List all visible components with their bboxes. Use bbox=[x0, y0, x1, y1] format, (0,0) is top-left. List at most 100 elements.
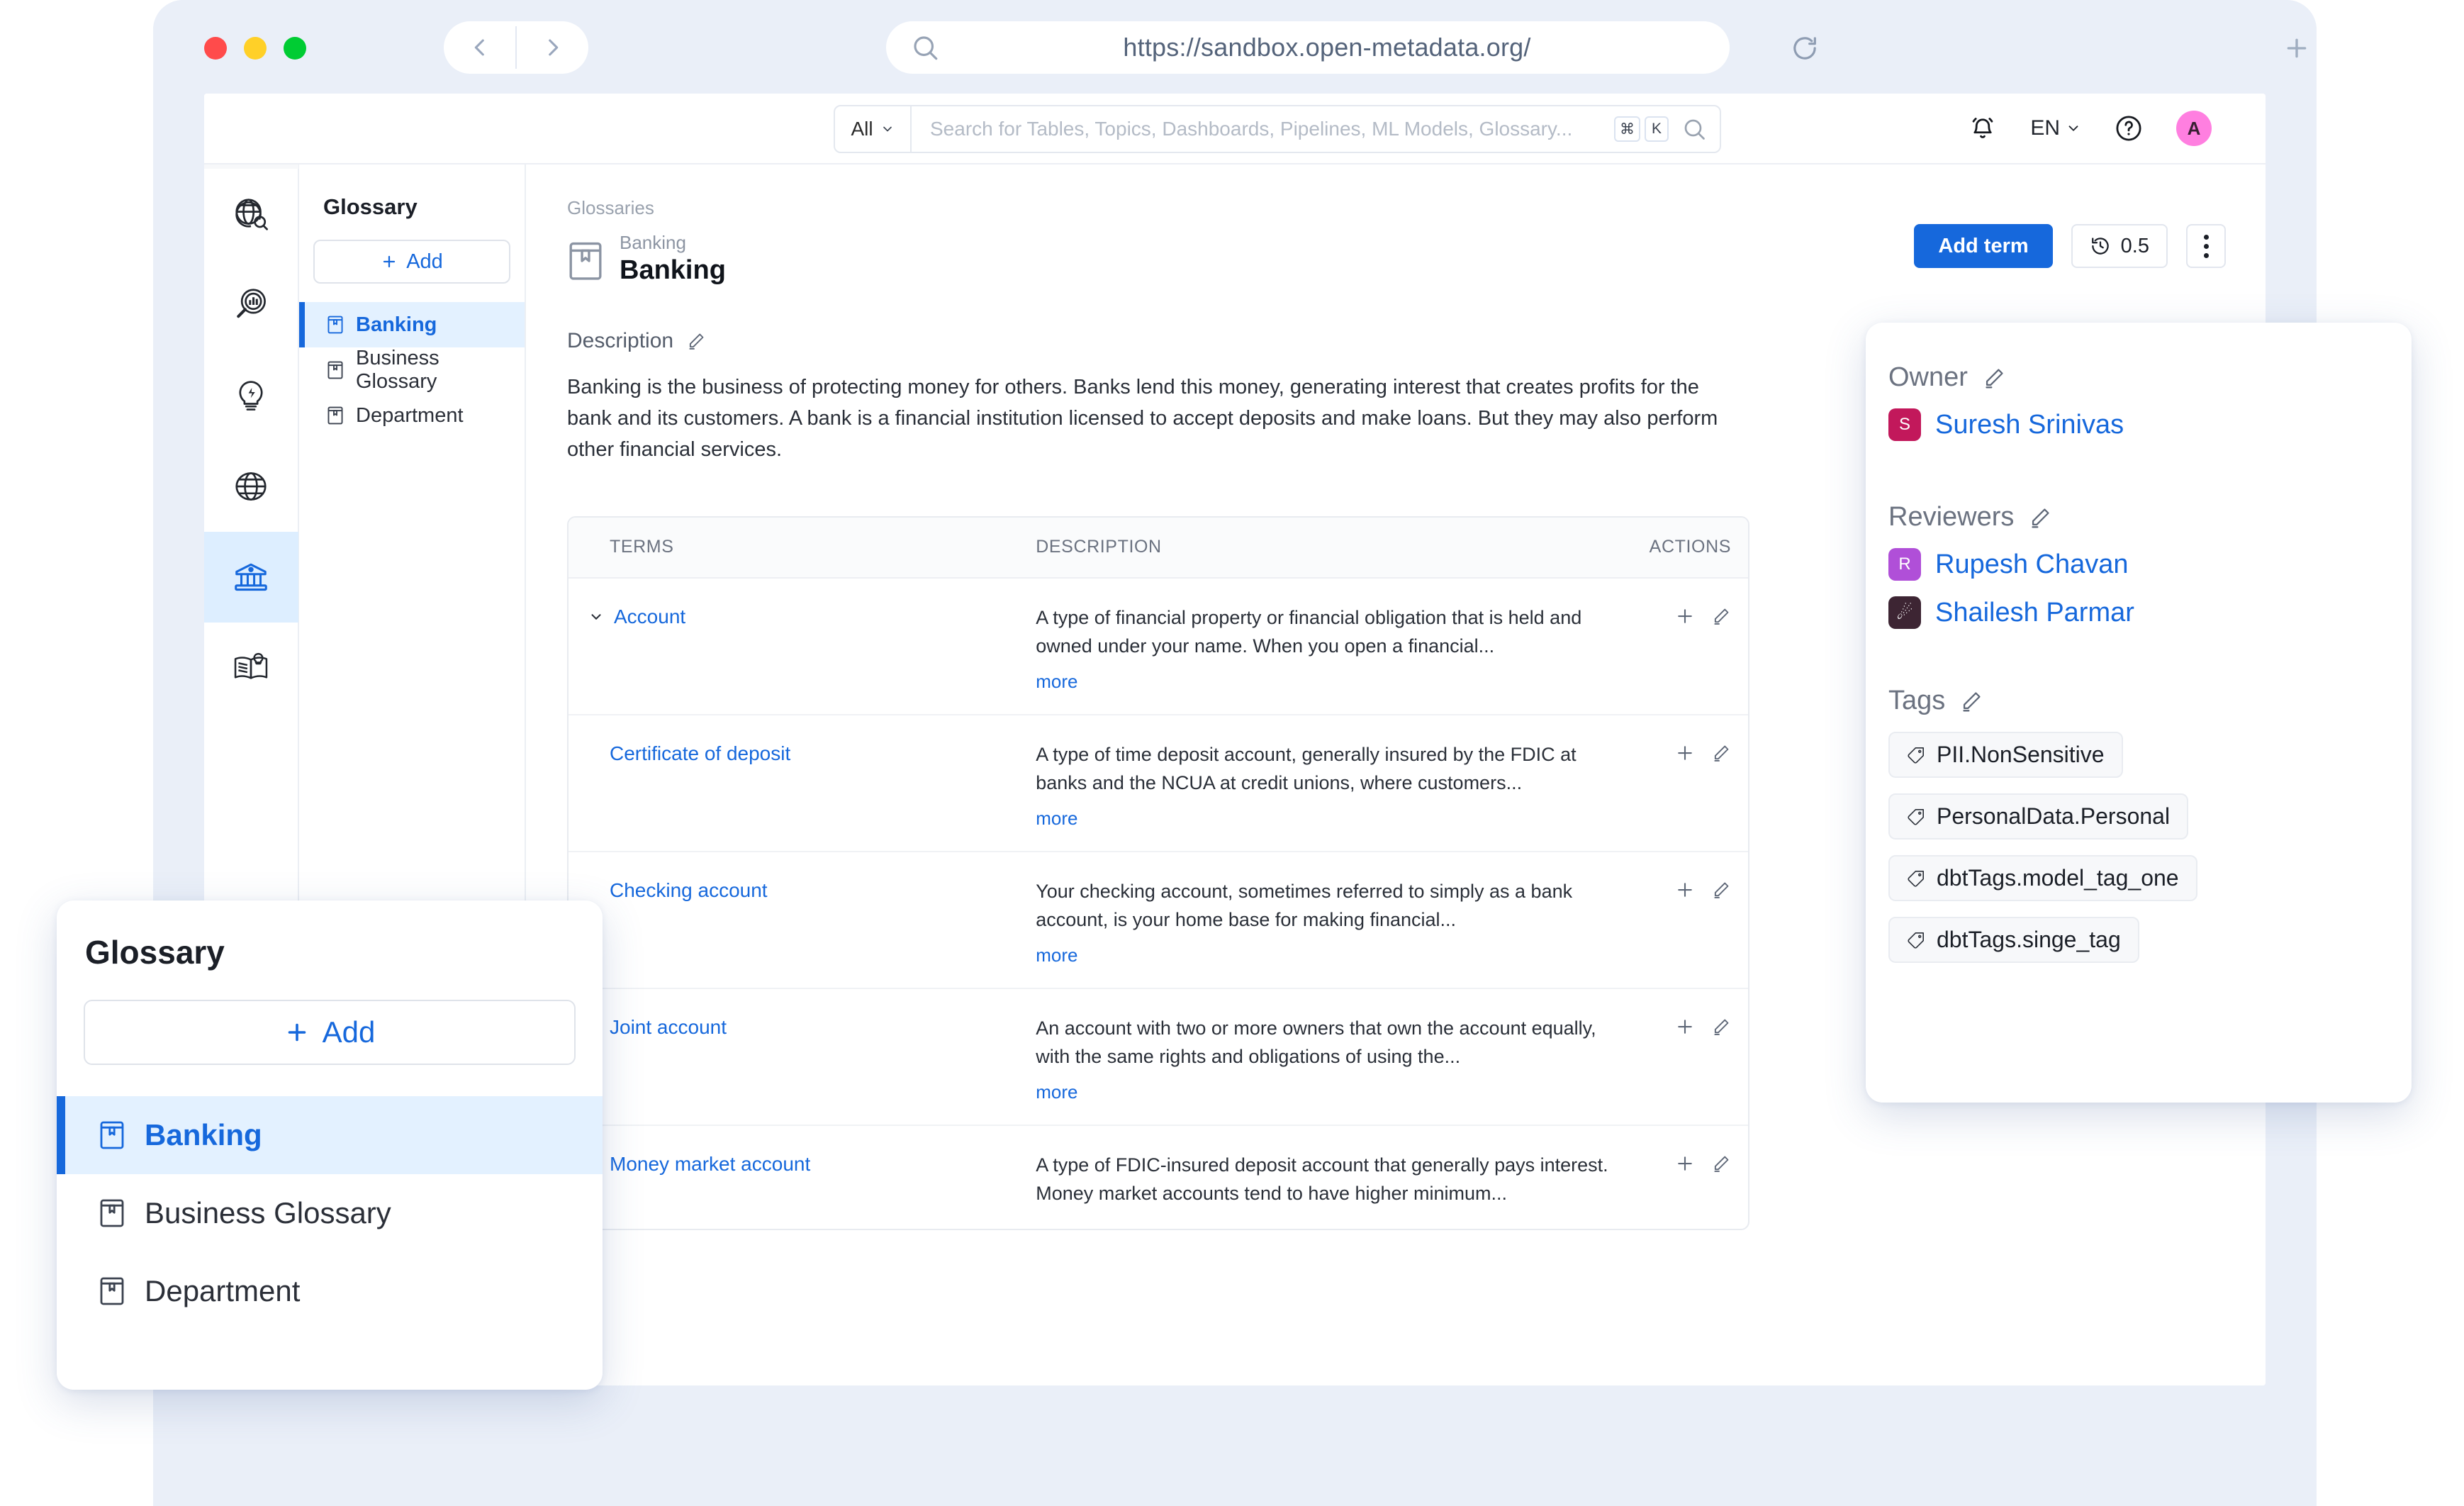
reviewer-entry[interactable]: ☄ Shailesh Parmar bbox=[1888, 596, 2412, 629]
description-label: Description bbox=[567, 328, 674, 352]
pencil-icon[interactable] bbox=[1711, 1017, 1731, 1037]
add-term-button[interactable]: Add term bbox=[1914, 224, 2053, 268]
globe-icon bbox=[232, 467, 270, 506]
add-glossary-button[interactable]: Add bbox=[84, 1000, 576, 1065]
address-bar[interactable]: https://sandbox.open-metadata.org/ bbox=[886, 21, 1730, 74]
pencil-icon[interactable] bbox=[1711, 1154, 1731, 1173]
forward-button[interactable] bbox=[517, 35, 588, 60]
plus-icon[interactable] bbox=[1674, 1153, 1696, 1174]
table-row: Joint account An account with two or mor… bbox=[569, 989, 1748, 1126]
term-description: A type of FDIC-insured deposit account t… bbox=[1036, 1154, 1608, 1204]
lightbulb-bolt-icon bbox=[232, 376, 270, 415]
pencil-icon[interactable] bbox=[1711, 606, 1731, 626]
browser-toolbar: https://sandbox.open-metadata.org/ bbox=[153, 0, 2317, 94]
glossary-item-business-glossary[interactable]: Business Glossary bbox=[299, 347, 525, 393]
header-terms: TERMS bbox=[610, 537, 674, 557]
tag-icon bbox=[1907, 808, 1925, 826]
term-description: A type of financial property or financia… bbox=[1036, 606, 1582, 657]
entity-info-card: Owner S Suresh Srinivas Reviewers R Rupe… bbox=[1866, 323, 2412, 1103]
row-actions bbox=[1623, 606, 1731, 627]
table-row: Certificate of deposit A type of time de… bbox=[569, 715, 1748, 852]
term-link[interactable]: Joint account bbox=[610, 1016, 727, 1038]
term-description: Your checking account, sometimes referre… bbox=[1036, 880, 1573, 930]
pencil-icon[interactable] bbox=[1711, 743, 1731, 763]
glossary-item-department[interactable]: Department bbox=[299, 393, 525, 438]
minimize-window-button[interactable] bbox=[244, 37, 267, 60]
pencil-icon[interactable] bbox=[686, 331, 706, 351]
glossary-book-icon bbox=[98, 1276, 126, 1307]
glossary-item-business-glossary[interactable]: Business Glossary bbox=[57, 1174, 603, 1252]
tag-chip[interactable]: dbtTags.singe_tag bbox=[1888, 917, 2139, 963]
term-link[interactable]: Money market account bbox=[610, 1153, 810, 1175]
pencil-icon[interactable] bbox=[1959, 689, 1983, 713]
avatar: ☄ bbox=[1888, 596, 1921, 629]
reload-button[interactable] bbox=[1791, 34, 1819, 66]
search-input[interactable]: Search for Tables, Topics, Dashboards, P… bbox=[930, 118, 1610, 140]
new-tab-button[interactable] bbox=[2283, 34, 2311, 66]
page-header-texts: Banking Banking bbox=[620, 232, 726, 288]
pencil-icon[interactable] bbox=[2028, 506, 2052, 530]
reviewer-name[interactable]: Shailesh Parmar bbox=[1935, 598, 2134, 628]
glossary-item-banking[interactable]: Banking bbox=[299, 302, 525, 347]
sidebar-item-knowledge[interactable] bbox=[204, 623, 298, 713]
glossary-item-label: Banking bbox=[145, 1118, 262, 1151]
sidebar-item-domains[interactable] bbox=[204, 441, 298, 532]
glossary-zoom-card: Glossary Add Banking Business Glossary D… bbox=[57, 900, 603, 1390]
glossary-item-banking[interactable]: Banking bbox=[57, 1096, 603, 1174]
plus-icon bbox=[284, 1020, 310, 1045]
plus-icon[interactable] bbox=[1674, 1016, 1696, 1037]
chevron-down-icon bbox=[880, 122, 895, 136]
owner-entry[interactable]: S Suresh Srinivas bbox=[1888, 408, 2412, 441]
tag-chip[interactable]: PersonalData.Personal bbox=[1888, 793, 2189, 840]
pencil-icon[interactable] bbox=[1711, 880, 1731, 900]
tag-chip[interactable]: PII.NonSensitive bbox=[1888, 732, 2123, 778]
plus-icon[interactable] bbox=[1674, 606, 1696, 627]
add-glossary-button[interactable]: Add bbox=[313, 240, 510, 284]
term-cell[interactable]: Account bbox=[588, 606, 1036, 628]
pencil-icon[interactable] bbox=[1982, 366, 2006, 390]
user-avatar[interactable]: A bbox=[2176, 111, 2212, 146]
glossary-item-department[interactable]: Department bbox=[57, 1252, 603, 1330]
back-button[interactable] bbox=[444, 35, 515, 60]
more-options-button[interactable] bbox=[2186, 224, 2226, 268]
sidebar-item-insights[interactable] bbox=[204, 350, 298, 441]
more-link[interactable]: more bbox=[1036, 808, 1077, 830]
tag-chip[interactable]: dbtTags.model_tag_one bbox=[1888, 855, 2197, 901]
term-description: An account with two or more owners that … bbox=[1036, 1017, 1596, 1067]
maximize-window-button[interactable] bbox=[284, 37, 306, 60]
chevron-down-icon[interactable] bbox=[588, 609, 604, 625]
term-link[interactable]: Account bbox=[614, 606, 685, 628]
version-button[interactable]: 0.5 bbox=[2071, 224, 2168, 268]
sidebar-item-quality[interactable] bbox=[204, 260, 298, 350]
breadcrumb[interactable]: Glossaries bbox=[567, 197, 2226, 219]
glossary-item-label: Department bbox=[356, 403, 464, 427]
search-scope-dropdown[interactable]: All bbox=[835, 106, 912, 152]
magnifier-chart-icon bbox=[232, 286, 270, 324]
page-entity-type: Banking bbox=[620, 232, 686, 253]
bell-icon[interactable] bbox=[1968, 113, 1998, 143]
owner-name[interactable]: Suresh Srinivas bbox=[1935, 410, 2124, 440]
search-submit-button[interactable] bbox=[1681, 116, 1707, 142]
search-input-area[interactable]: Search for Tables, Topics, Dashboards, P… bbox=[912, 116, 1720, 142]
question-circle-icon[interactable] bbox=[2114, 113, 2144, 143]
glossary-book-icon bbox=[326, 406, 345, 425]
term-link[interactable]: Checking account bbox=[610, 879, 768, 901]
glossary-card-list: Banking Business Glossary Department bbox=[57, 1096, 603, 1330]
global-search[interactable]: All Search for Tables, Topics, Dashboard… bbox=[834, 105, 1721, 153]
more-link[interactable]: more bbox=[1036, 671, 1077, 693]
tag-label: dbtTags.singe_tag bbox=[1937, 927, 2121, 952]
term-link[interactable]: Certificate of deposit bbox=[610, 742, 790, 764]
sidebar-item-glossary[interactable] bbox=[204, 532, 298, 623]
more-link[interactable]: more bbox=[1036, 944, 1077, 966]
plus-icon[interactable] bbox=[1674, 879, 1696, 900]
owner-label-row: Owner bbox=[1888, 362, 2412, 393]
more-link[interactable]: more bbox=[1036, 1081, 1077, 1103]
plus-icon bbox=[2283, 34, 2311, 62]
plus-icon[interactable] bbox=[1674, 742, 1696, 764]
sidebar-item-explore[interactable] bbox=[204, 169, 298, 260]
language-selector[interactable]: EN bbox=[2030, 116, 2081, 140]
reviewer-entry[interactable]: R Rupesh Chavan bbox=[1888, 548, 2412, 581]
reviewer-name[interactable]: Rupesh Chavan bbox=[1935, 550, 2129, 580]
close-window-button[interactable] bbox=[204, 37, 227, 60]
tag-icon bbox=[1907, 931, 1925, 949]
